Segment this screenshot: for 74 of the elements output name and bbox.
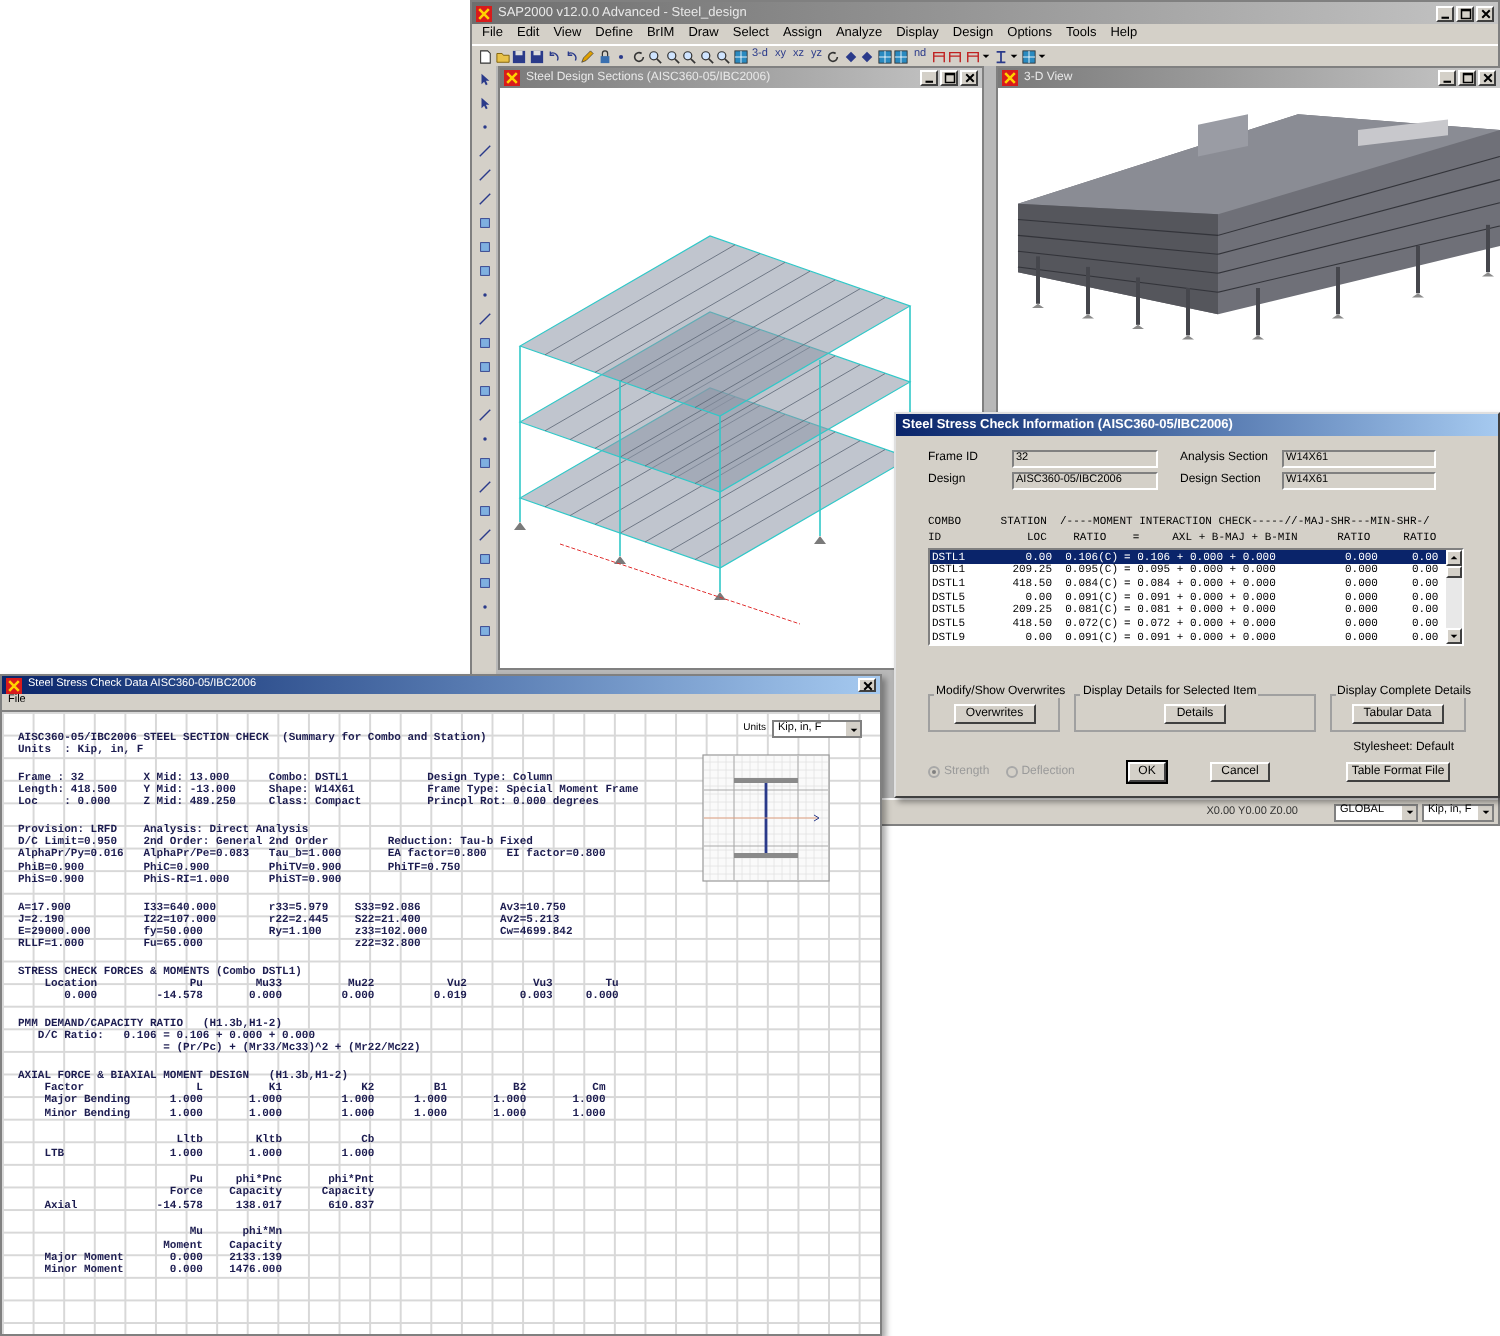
padlock-icon[interactable] — [597, 49, 611, 63]
maximize-icon — [1459, 7, 1471, 19]
square-icon[interactable] — [477, 336, 491, 350]
grid-icon[interactable] — [877, 49, 892, 63]
square-icon[interactable] — [477, 504, 491, 518]
curved-arrow-icon[interactable] — [546, 49, 560, 63]
magnifier-icon[interactable] — [665, 49, 679, 63]
line-icon[interactable] — [477, 192, 491, 206]
square-icon[interactable] — [477, 240, 491, 254]
maximize-icon — [943, 72, 955, 84]
dot-icon[interactable] — [477, 600, 491, 614]
magnifier-icon[interactable] — [682, 49, 696, 63]
line-icon[interactable] — [477, 144, 491, 158]
line-icon[interactable] — [477, 528, 491, 542]
app-logo-icon — [1002, 70, 1018, 86]
down-arrow-icon — [1450, 632, 1458, 640]
grid-icon[interactable] — [733, 49, 747, 63]
square-icon[interactable] — [477, 552, 491, 566]
grid-icon[interactable] — [894, 49, 909, 63]
dot-icon[interactable] — [614, 49, 628, 63]
maximize-button[interactable] — [1458, 70, 1476, 86]
magnifier-icon[interactable] — [648, 49, 662, 63]
dot-icon[interactable] — [477, 288, 491, 302]
scroll-up-button[interactable] — [1446, 550, 1462, 566]
close-icon — [1479, 7, 1491, 19]
curved-arrow-icon[interactable] — [563, 49, 577, 63]
maximize-button[interactable] — [940, 70, 958, 86]
page-icon[interactable] — [478, 49, 492, 63]
minimize-button[interactable] — [1438, 70, 1456, 86]
square-icon[interactable] — [477, 216, 491, 230]
square-icon[interactable] — [477, 456, 491, 470]
line-icon[interactable] — [477, 168, 491, 182]
close-icon — [1481, 72, 1493, 84]
caret-icon — [1481, 808, 1489, 816]
minimize-button[interactable] — [920, 70, 938, 86]
square-icon[interactable] — [477, 264, 491, 278]
caret-icon[interactable] — [1038, 52, 1047, 60]
scroll-thumb[interactable] — [1446, 566, 1462, 578]
section-drawing — [702, 754, 830, 882]
close-icon — [861, 679, 873, 691]
magnifier-icon[interactable] — [699, 49, 713, 63]
app-logo-icon — [504, 70, 520, 86]
line-icon[interactable] — [477, 480, 491, 494]
up-arrow-icon — [1450, 554, 1458, 562]
scrollbar[interactable] — [1446, 550, 1462, 644]
close-button[interactable] — [858, 678, 876, 692]
maximize-button[interactable] — [1456, 5, 1474, 21]
caret-icon[interactable] — [982, 52, 991, 60]
app-logo-icon — [476, 5, 492, 21]
frame-icon[interactable] — [965, 49, 980, 63]
maximize-icon — [1461, 72, 1473, 84]
close-icon — [963, 72, 975, 84]
square-icon[interactable] — [477, 360, 491, 374]
frame-icon[interactable] — [948, 49, 963, 63]
square-icon[interactable] — [477, 576, 491, 590]
close-button[interactable] — [960, 70, 978, 86]
i-beam-icon[interactable] — [993, 49, 1008, 63]
dot-icon[interactable] — [477, 432, 491, 446]
square-icon[interactable] — [477, 624, 491, 638]
close-button[interactable] — [1478, 70, 1496, 86]
magnifier-icon[interactable] — [716, 49, 730, 63]
frame-icon[interactable] — [931, 49, 946, 63]
close-button[interactable] — [1476, 5, 1494, 21]
square-icon[interactable] — [477, 384, 491, 398]
caret-icon[interactable] — [1010, 52, 1019, 60]
scroll-down-button[interactable] — [1446, 628, 1462, 644]
app-logo-icon — [6, 677, 22, 693]
grid-icon[interactable] — [1021, 49, 1036, 63]
dot-icon[interactable] — [477, 120, 491, 134]
minimize-button[interactable] — [1436, 5, 1454, 21]
caret-icon — [1405, 808, 1413, 816]
caret-icon — [849, 725, 857, 733]
line-icon[interactable] — [477, 408, 491, 422]
line-icon[interactable] — [477, 312, 491, 326]
